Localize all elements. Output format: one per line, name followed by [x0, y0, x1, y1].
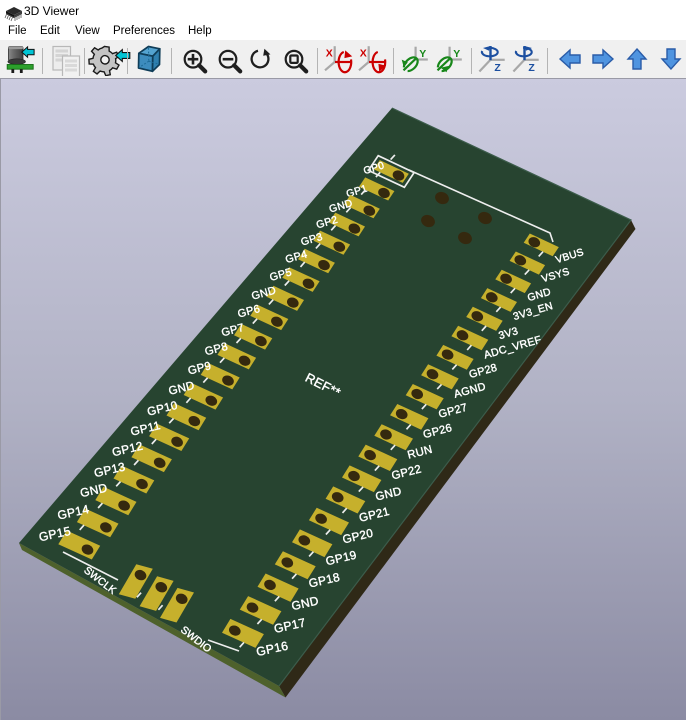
svg-text:Z: Z — [494, 62, 501, 74]
svg-text:X: X — [326, 48, 333, 60]
svg-text:Y: Y — [419, 48, 426, 60]
svg-text:Z: Z — [528, 62, 535, 74]
svg-text:Y: Y — [453, 48, 460, 60]
svg-text:X: X — [360, 48, 367, 60]
